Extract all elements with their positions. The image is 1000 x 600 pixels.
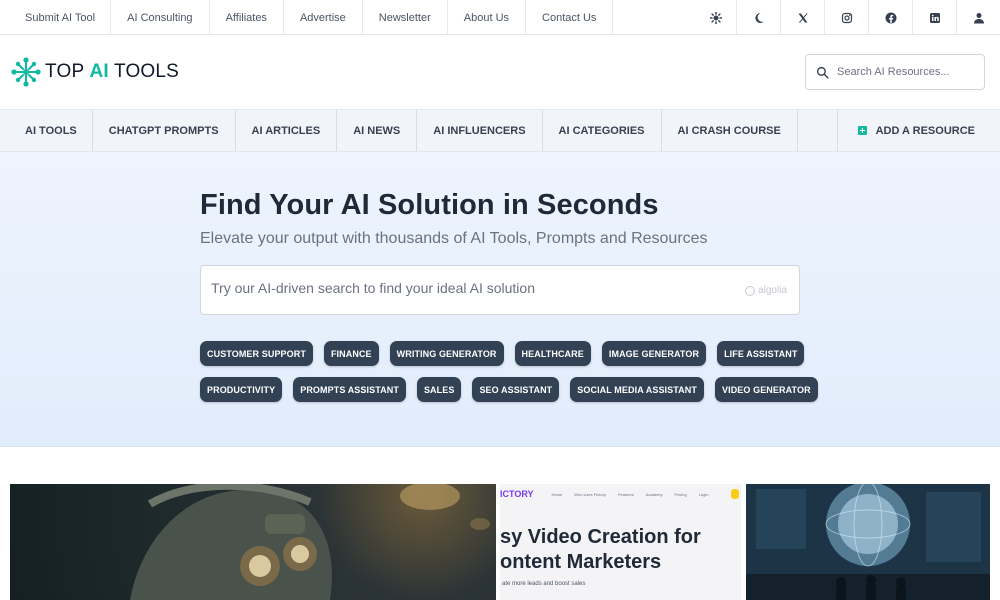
top-link-about-us[interactable]: About Us — [448, 0, 527, 35]
hero-subtitle: Elevate your output with thousands of AI… — [200, 230, 708, 247]
nav-chatgpt-prompts[interactable]: CHATGPT PROMPTS — [93, 110, 236, 151]
chip-video-generator[interactable]: VIDEO GENERATOR — [714, 377, 818, 402]
pictory-headline: sy Video Creation for ontent Marketers — [500, 525, 701, 575]
pictory-nav-features: Features — [617, 491, 634, 497]
robot-image — [130, 484, 490, 600]
feature-card-pictory[interactable]: ICTORY Home Who Uses Pictory Features Ac… — [500, 484, 741, 600]
search-icon — [816, 66, 829, 79]
nav-ai-articles[interactable]: AI ARTICLES — [236, 110, 338, 151]
resource-search-box[interactable] — [805, 54, 985, 90]
instagram-icon[interactable] — [824, 0, 868, 35]
hero-title: Find Your AI Solution in Seconds — [200, 189, 659, 221]
chip-life-assistant[interactable]: LIFE ASSISTANT — [717, 341, 805, 366]
logo-icon — [11, 57, 41, 87]
top-link-ai-consulting[interactable]: AI Consulting — [111, 0, 210, 35]
user-icon[interactable] — [956, 0, 1000, 35]
globe-image — [746, 484, 990, 600]
pictory-small-text: ate more leads and boost sales — [502, 581, 586, 587]
chip-healthcare[interactable]: HEALTHCARE — [514, 341, 591, 366]
main-nav: AI TOOLS CHATGPT PROMPTS AI ARTICLES AI … — [0, 109, 1000, 152]
pictory-nav-who: Who Uses Pictory — [574, 491, 606, 497]
chip-image-generator[interactable]: IMAGE GENERATOR — [601, 341, 707, 366]
pictory-cta-pill — [731, 489, 739, 499]
ai-search-box[interactable]: algolia — [200, 265, 800, 315]
feature-card-robot[interactable] — [10, 484, 496, 600]
nav-ai-crash-course[interactable]: AI CRASH COURSE — [662, 110, 798, 151]
pictory-nav-home: Home — [551, 491, 563, 497]
logo-text: TOP AI TOOLS — [45, 61, 179, 83]
nav-ai-news[interactable]: AI NEWS — [337, 110, 418, 151]
resource-search-input[interactable] — [837, 66, 977, 78]
pictory-brand: ICTORY — [500, 489, 534, 499]
sun-icon[interactable] — [696, 0, 736, 35]
logo-text-ai: AI — [89, 61, 109, 82]
top-link-contact-us[interactable]: Contact Us — [526, 0, 614, 35]
site-logo[interactable]: TOP AI TOOLS — [10, 56, 179, 88]
linkedin-icon[interactable] — [912, 0, 956, 35]
algolia-badge: algolia — [745, 285, 787, 296]
chip-seo-assistant[interactable]: SEO ASSISTANT — [472, 377, 560, 402]
nav-ai-influencers[interactable]: AI INFLUENCERS — [417, 110, 543, 151]
top-link-submit-ai-tool[interactable]: Submit AI Tool — [0, 0, 112, 35]
moon-icon[interactable] — [736, 0, 780, 35]
chip-row-1: CUSTOMER SUPPORT FINANCE WRITING GENERAT… — [200, 341, 805, 366]
algolia-label: algolia — [758, 285, 787, 296]
chip-sales[interactable]: SALES — [416, 377, 462, 402]
logo-text-top: TOP — [45, 61, 90, 82]
top-link-affiliates[interactable]: Affiliates — [210, 0, 284, 35]
pictory-headline-line-2: ontent Marketers — [500, 551, 662, 573]
chip-writing-generator[interactable]: WRITING GENERATOR — [389, 341, 504, 366]
pictory-nav-links: Home Who Uses Pictory Features Academy P… — [552, 492, 721, 497]
algolia-icon — [745, 285, 756, 296]
chip-prompts-assistant[interactable]: PROMPTS ASSISTANT — [293, 377, 406, 402]
top-icons — [696, 0, 1000, 35]
top-bar: Submit AI Tool AI Consulting Affiliates … — [0, 0, 1000, 35]
chip-productivity[interactable]: PRODUCTIVITY — [200, 377, 283, 402]
top-link-advertise[interactable]: Advertise — [284, 0, 363, 35]
facebook-icon[interactable] — [868, 0, 912, 35]
category-chips: CUSTOMER SUPPORT FINANCE WRITING GENERAT… — [200, 341, 818, 413]
pictory-nav-academy: Academy — [645, 491, 663, 497]
chip-customer-support[interactable]: CUSTOMER SUPPORT — [200, 341, 313, 366]
nav-ai-tools[interactable]: AI TOOLS — [0, 110, 93, 151]
chip-finance[interactable]: FINANCE — [323, 341, 379, 366]
pictory-nav-login: Login — [698, 491, 709, 497]
add-resource-label: ADD A RESOURCE — [875, 124, 975, 137]
pictory-nav-pricing: Pricing — [674, 491, 687, 497]
x-icon[interactable] — [780, 0, 824, 35]
add-resource-button[interactable]: ADD A RESOURCE — [836, 110, 1000, 151]
top-link-newsletter[interactable]: Newsletter — [363, 0, 448, 35]
feature-card-globe[interactable] — [746, 484, 990, 600]
nav-ai-categories[interactable]: AI CATEGORIES — [543, 110, 662, 151]
logo-text-tools: TOOLS — [108, 61, 180, 82]
top-links: Submit AI Tool AI Consulting Affiliates … — [0, 0, 614, 35]
site-header: TOP AI TOOLS — [0, 35, 1000, 109]
pictory-headline-line-1: sy Video Creation for — [500, 526, 701, 548]
hero-section: Find Your AI Solution in Seconds Elevate… — [0, 152, 1000, 447]
ai-search-input[interactable] — [211, 280, 731, 296]
plus-icon — [857, 126, 867, 135]
chip-social-media-assistant[interactable]: SOCIAL MEDIA ASSISTANT — [570, 377, 704, 402]
pictory-nav: ICTORY Home Who Uses Pictory Features Ac… — [500, 484, 741, 504]
chip-row-2: PRODUCTIVITY PROMPTS ASSISTANT SALES SEO… — [200, 377, 818, 402]
